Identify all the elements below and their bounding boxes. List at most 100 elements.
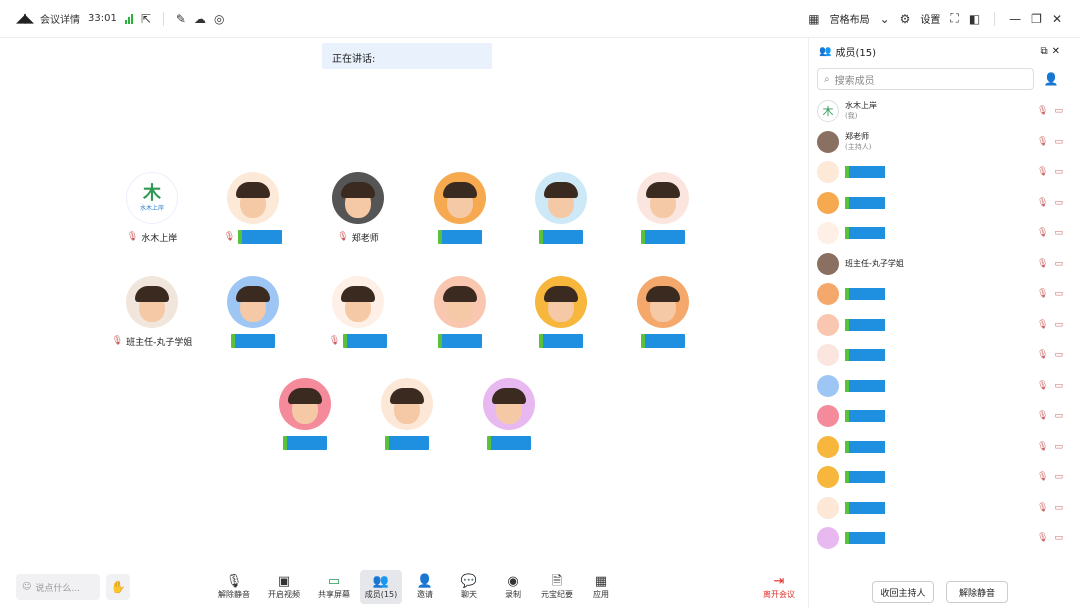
- camera-off-icon[interactable]: ▭: [1054, 198, 1063, 208]
- apps-button[interactable]: ▦ 应用: [580, 570, 622, 604]
- restore-icon[interactable]: ❐: [1031, 12, 1042, 26]
- mic-off-icon[interactable]: 🎙: [1037, 289, 1048, 299]
- avatar: [817, 344, 839, 367]
- member-row[interactable]: 郑老师 (主持人) 🎙 ▭: [809, 127, 1071, 158]
- member-status-icons: 🎙 ▭: [1037, 137, 1063, 147]
- share-screen-button[interactable]: ▭ 共享屏幕: [310, 570, 358, 604]
- participant-tile[interactable]: [506, 276, 616, 358]
- camera-off-icon[interactable]: ▭: [1054, 289, 1063, 299]
- member-status-icons: 🎙 ▭: [1037, 381, 1063, 391]
- participant-tile[interactable]: [405, 172, 515, 254]
- camera-off-icon[interactable]: ▭: [1054, 350, 1063, 360]
- camera-off-icon[interactable]: ▭: [1054, 503, 1063, 513]
- member-row[interactable]: 🎙 ▭: [809, 462, 1071, 493]
- member-search-input[interactable]: ⌕ 搜索成员: [817, 68, 1035, 90]
- mic-off-icon[interactable]: 🎙: [1037, 228, 1048, 238]
- camera-off-icon[interactable]: ▭: [1054, 106, 1063, 116]
- camera-off-icon[interactable]: ▭: [1054, 411, 1063, 421]
- layout-dropdown[interactable]: 宫格布局: [830, 11, 870, 26]
- member-row[interactable]: 🎙 ▭: [809, 340, 1071, 371]
- member-row[interactable]: 🎙 ▭: [809, 371, 1071, 402]
- member-row[interactable]: 🎙 ▭: [809, 310, 1071, 341]
- participant-tile[interactable]: [198, 276, 308, 358]
- start-video-button[interactable]: ▣ 开启视频: [260, 570, 308, 604]
- member-row[interactable]: 🎙 ▭: [809, 493, 1071, 524]
- member-row[interactable]: 班主任-丸子学姐 🎙 ▭: [809, 249, 1071, 280]
- chat-quick-input[interactable]: ☺ 说点什么...: [16, 574, 100, 600]
- camera-off-icon[interactable]: ▭: [1054, 442, 1063, 452]
- settings-button[interactable]: 设置: [920, 11, 940, 26]
- signal-icon[interactable]: [124, 13, 133, 24]
- fullscreen-icon[interactable]: ⛶: [950, 11, 958, 26]
- camera-off-icon[interactable]: ▭: [1054, 228, 1063, 238]
- camera-off-icon[interactable]: ▭: [1054, 533, 1063, 543]
- participant-tile[interactable]: 🎙 郑老师: [303, 172, 413, 254]
- eye-off-icon[interactable]: ◎: [214, 12, 224, 26]
- participant-tile[interactable]: 🎙 班主任-丸子学姐: [97, 276, 207, 358]
- meeting-detail-link[interactable]: 会议详情: [40, 11, 80, 26]
- member-list[interactable]: 木水木上岸 (我) 🎙 ▭ 郑老师 (主持人) 🎙 ▭ 🎙 ▭ 🎙 ▭ 🎙 ▭ 班主任-丸子学姐 🎙 ▭ 🎙 ▭ 🎙 ▭…: [809, 96, 1071, 566]
- mic-off-icon[interactable]: 🎙: [1037, 350, 1048, 360]
- mic-off-icon[interactable]: 🎙: [1037, 472, 1048, 482]
- close-icon[interactable]: ✕: [1052, 12, 1062, 26]
- unmute-button[interactable]: 🎙 解除静音: [210, 570, 258, 604]
- mic-off-icon[interactable]: 🎙: [1037, 533, 1048, 543]
- camera-off-icon[interactable]: ▭: [1054, 472, 1063, 482]
- member-row[interactable]: 🎙 ▭: [809, 188, 1071, 219]
- members-button[interactable]: 👥 成员(15): [360, 570, 402, 604]
- mic-off-icon[interactable]: 🎙: [1037, 503, 1048, 513]
- mic-off-icon[interactable]: 🎙: [1037, 411, 1048, 421]
- camera-off-icon[interactable]: ▭: [1054, 167, 1063, 177]
- avatar: [817, 161, 839, 184]
- cloud-icon[interactable]: ☁: [194, 12, 206, 26]
- member-row[interactable]: 木水木上岸 (我) 🎙 ▭: [809, 96, 1071, 127]
- add-member-button[interactable]: 👤: [1040, 68, 1062, 90]
- share-screen-icon: ▭: [327, 573, 341, 589]
- pen-off-icon[interactable]: ✎: [176, 12, 186, 26]
- yuanbao-notes-button[interactable]: 🗎 元宝纪要: [536, 570, 578, 604]
- camera-off-icon[interactable]: ▭: [1054, 259, 1063, 269]
- participant-tile[interactable]: [405, 276, 515, 358]
- close-icon[interactable]: ✕: [1052, 46, 1060, 57]
- reclaim-host-button[interactable]: 收回主持人: [872, 581, 934, 603]
- mic-off-icon[interactable]: 🎙: [1037, 137, 1048, 147]
- member-row[interactable]: 🎙 ▭: [809, 218, 1071, 249]
- camera-off-icon[interactable]: ▭: [1054, 137, 1063, 147]
- mic-off-icon[interactable]: 🎙: [1037, 381, 1048, 391]
- participant-tile[interactable]: [608, 276, 718, 358]
- chat-button[interactable]: 💬 聊天: [448, 570, 490, 604]
- mic-off-icon[interactable]: 🎙: [1037, 442, 1048, 452]
- member-row[interactable]: 🎙 ▭: [809, 279, 1071, 310]
- camera-off-icon[interactable]: ▭: [1054, 320, 1063, 330]
- participant-tile[interactable]: [608, 172, 718, 254]
- leave-meeting-button[interactable]: ⇥ 离开会议: [757, 570, 801, 604]
- unmute-all-button[interactable]: 解除静音: [946, 581, 1008, 603]
- mic-off-icon[interactable]: 🎙: [1037, 106, 1048, 116]
- chevron-down-icon[interactable]: ⌄: [880, 12, 890, 26]
- member-row[interactable]: 🎙 ▭: [809, 157, 1071, 188]
- participant-tile[interactable]: [454, 378, 564, 460]
- participant-tile[interactable]: [506, 172, 616, 254]
- popout-icon[interactable]: ⧉: [1040, 46, 1047, 57]
- member-row[interactable]: 🎙 ▭: [809, 523, 1071, 554]
- raise-hand-button[interactable]: ✋: [106, 574, 130, 600]
- camera-off-icon[interactable]: ▭: [1054, 381, 1063, 391]
- share-link-icon[interactable]: ⇱: [141, 12, 151, 26]
- sidebar-toggle-icon[interactable]: ◧: [969, 12, 980, 26]
- member-row[interactable]: 🎙 ▭: [809, 401, 1071, 432]
- participant-tile[interactable]: 木水木上岸 🎙 水木上岸: [97, 172, 207, 254]
- avatar: [227, 276, 279, 328]
- avatar: [817, 527, 839, 550]
- record-button[interactable]: ◉ 录制: [492, 570, 534, 604]
- mic-off-icon[interactable]: 🎙: [1037, 259, 1048, 269]
- participant-tile[interactable]: 🎙: [198, 172, 308, 254]
- participant-tile[interactable]: 🎙: [303, 276, 413, 358]
- participant-tile[interactable]: [250, 378, 360, 460]
- minimize-icon[interactable]: —: [1009, 12, 1021, 26]
- mic-off-icon[interactable]: 🎙: [1037, 198, 1048, 208]
- invite-button[interactable]: 👤 邀请: [404, 570, 446, 604]
- mic-off-icon[interactable]: 🎙: [1037, 167, 1048, 177]
- participant-tile[interactable]: [352, 378, 462, 460]
- member-row[interactable]: 🎙 ▭: [809, 432, 1071, 463]
- mic-off-icon[interactable]: 🎙: [1037, 320, 1048, 330]
